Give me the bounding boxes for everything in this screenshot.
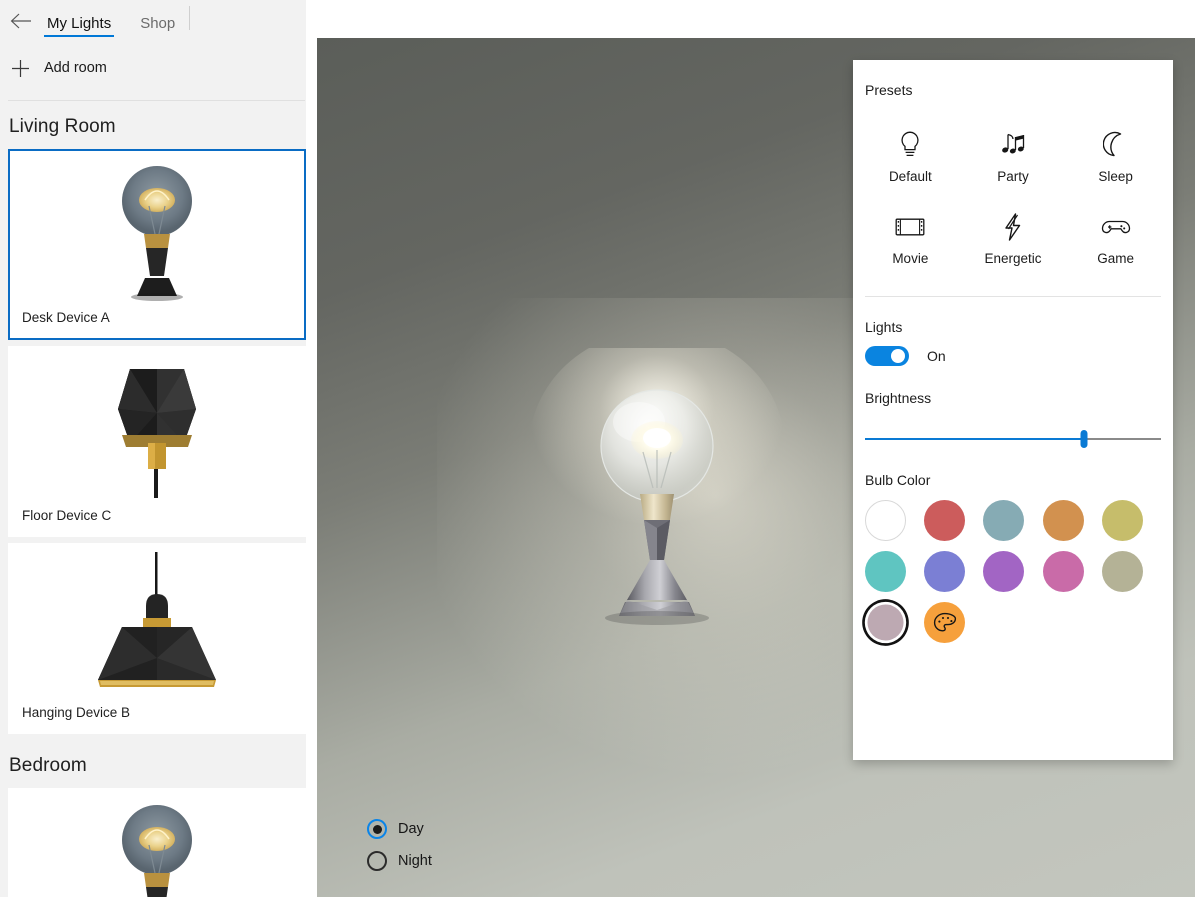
app-root: My Lights Shop Add room Living Room Desk… [0, 0, 1195, 897]
device-scroll-area[interactable]: Living Room Desk Device A Floor Device C… [0, 101, 306, 897]
top-bar: My Lights Shop [0, 0, 306, 40]
swatch-cell [983, 500, 1042, 541]
device-name: Desk Device A [22, 310, 110, 325]
plus-icon [3, 59, 37, 78]
color-swatch-teal[interactable] [865, 551, 906, 592]
swatch-cell [865, 602, 924, 643]
color-swatch-sage[interactable] [1101, 551, 1143, 592]
lights-heading: Lights [865, 319, 903, 335]
device-name: Hanging Device B [22, 705, 131, 720]
bulb-color-section: Bulb Color [853, 472, 1173, 643]
color-swatch-red[interactable] [924, 500, 966, 541]
radio-night-label: Night [398, 853, 432, 869]
swatch-cell [865, 551, 924, 592]
tab-divider [189, 6, 190, 30]
swatch-cell [924, 551, 983, 592]
device-name: Floor Device C [22, 508, 112, 523]
preset-label: Movie [892, 251, 929, 266]
custom-color-button[interactable] [924, 602, 966, 643]
swatch-cell [1042, 500, 1102, 541]
light-control-panel: Presets Default Party Sleep Movie Energe… [853, 60, 1173, 760]
preset-label: Energetic [984, 251, 1042, 266]
film-strip-icon [895, 210, 925, 244]
color-swatch-steel-blue[interactable] [983, 500, 1025, 541]
bulb-color-swatch-grid [865, 500, 1161, 643]
swatch-cell [865, 500, 924, 541]
preset-energetic[interactable]: Energetic [962, 206, 1065, 270]
radio-day-icon[interactable] [367, 819, 387, 839]
swatch-cell [983, 551, 1042, 592]
radio-day-label: Day [398, 821, 424, 837]
brightness-slider-thumb[interactable] [1080, 430, 1088, 448]
lightning-bolt-icon [1001, 210, 1025, 244]
table-lamp-icon [10, 151, 304, 306]
room-heading-bedroom: Bedroom [9, 755, 87, 776]
preset-label: Game [1097, 251, 1135, 266]
preset-label: Party [997, 169, 1029, 184]
sidebar: My Lights Shop Add room Living Room Desk… [0, 0, 306, 897]
lights-toggle-row: On [865, 346, 1161, 366]
radio-option-day[interactable]: Day [367, 813, 432, 845]
brightness-slider-fill [865, 438, 1085, 440]
color-swatch-mauve[interactable] [867, 604, 904, 641]
swatch-cell [924, 602, 983, 643]
day-night-radio-group: Day Night [367, 813, 432, 877]
back-arrow-icon[interactable] [8, 8, 34, 34]
brightness-heading: Brightness [865, 390, 932, 406]
lightbulb-icon [898, 128, 922, 162]
color-swatch-pink[interactable] [1042, 551, 1084, 592]
wall-sconce-icon [9, 347, 305, 504]
preset-default[interactable]: Default [859, 124, 962, 188]
palette-icon [933, 612, 956, 632]
color-swatch-purple[interactable] [983, 551, 1025, 592]
color-swatch-orange[interactable] [1042, 500, 1084, 541]
table-lamp-icon [9, 789, 305, 897]
bulb-color-heading: Bulb Color [865, 472, 931, 488]
tab-shop[interactable]: Shop [137, 16, 178, 40]
brightness-slider[interactable] [865, 428, 1161, 450]
panel-divider [865, 296, 1161, 297]
preset-label: Default [888, 169, 932, 184]
radio-option-night[interactable]: Night [367, 845, 432, 877]
preset-sleep[interactable]: Sleep [1064, 124, 1167, 188]
preset-label: Sleep [1098, 169, 1133, 184]
glowing-table-lamp [527, 330, 787, 648]
color-swatch-periwinkle[interactable] [924, 551, 966, 592]
color-swatch-yellow[interactable] [1101, 500, 1143, 541]
lights-toggle[interactable] [865, 346, 909, 366]
preset-movie[interactable]: Movie [859, 206, 962, 270]
gamepad-icon [1100, 210, 1132, 244]
room-heading-living-room: Living Room [9, 116, 116, 137]
add-room-button[interactable]: Add room [0, 50, 306, 86]
moon-icon [1102, 128, 1129, 162]
presets-heading: Presets [865, 82, 913, 98]
device-card-desk-device-a[interactable]: Desk Device A [8, 149, 306, 340]
brightness-section: Brightness [853, 390, 1173, 450]
radio-night-icon[interactable] [367, 851, 387, 871]
swatch-cell [1101, 551, 1161, 592]
add-room-label: Add room [44, 60, 107, 76]
tab-my-lights[interactable]: My Lights [44, 16, 115, 40]
device-card-hanging-device-b[interactable]: Hanging Device B [8, 543, 306, 734]
lights-section: Lights On [853, 319, 1173, 366]
device-card-floor-device-c[interactable]: Floor Device C [8, 346, 306, 537]
preset-grid: Default Party Sleep Movie Energetic Game [853, 98, 1173, 270]
pendant-lamp-icon [9, 544, 305, 701]
lights-state-label: On [927, 348, 946, 364]
preset-party[interactable]: Party [962, 124, 1065, 188]
color-swatch-white[interactable] [865, 500, 906, 541]
swatch-cell [1042, 551, 1102, 592]
swatch-cell [924, 500, 983, 541]
swatch-cell [1101, 500, 1161, 541]
tab-list: My Lights Shop [44, 0, 201, 40]
music-notes-icon [998, 128, 1028, 162]
device-card-bedroom-1[interactable] [8, 788, 306, 897]
preset-game[interactable]: Game [1064, 206, 1167, 270]
